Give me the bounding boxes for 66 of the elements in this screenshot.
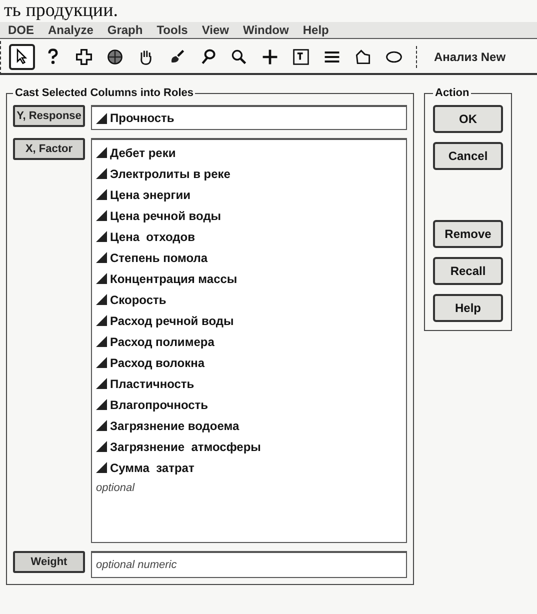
- triangle-icon: [96, 231, 107, 242]
- panel-title: Action: [434, 87, 470, 99]
- column-name[interactable]: Прочность: [110, 111, 174, 125]
- triangle-icon: [96, 441, 107, 452]
- plus-icon: [261, 48, 279, 66]
- triangle-icon: [96, 294, 107, 305]
- menu-item[interactable]: Graph: [107, 23, 143, 37]
- column-name[interactable]: Цена речной воды: [110, 208, 222, 222]
- panel-title: Cast Selected Columns into Roles: [14, 87, 194, 99]
- action-button[interactable]: Remove: [433, 220, 503, 248]
- menu-item[interactable]: DOE: [8, 23, 34, 37]
- triangle-icon: [96, 210, 107, 221]
- role-button[interactable]: Y, Response: [13, 105, 85, 127]
- column-name[interactable]: Цена отходов: [110, 230, 195, 244]
- menu-item[interactable]: Tools: [156, 23, 188, 37]
- column-name[interactable]: Скорость: [110, 292, 166, 306]
- menu-item[interactable]: View: [202, 23, 229, 37]
- column-name[interactable]: Расход волокна: [110, 356, 205, 370]
- text-box-icon: [292, 48, 310, 66]
- menu-item[interactable]: Help: [302, 23, 329, 37]
- triangle-icon: [96, 357, 107, 368]
- triangle-icon: [96, 252, 107, 263]
- column-name[interactable]: Электролиты в реке: [110, 166, 230, 180]
- triangle-icon: [96, 273, 107, 284]
- cross-icon: [75, 48, 93, 66]
- triangle-icon: [96, 189, 107, 200]
- action-button[interactable]: Cancel: [433, 142, 503, 170]
- column-name[interactable]: Цена энергии: [110, 188, 190, 202]
- globe-icon: [106, 48, 124, 66]
- column-name[interactable]: Влагопрочность: [110, 398, 208, 412]
- triangle-icon: [96, 112, 107, 124]
- triangle-icon: [96, 336, 107, 347]
- triangle-icon: [96, 420, 107, 431]
- triangle-icon: [96, 399, 107, 410]
- menu-item[interactable]: Analyze: [48, 23, 94, 37]
- triangle-icon: [96, 315, 107, 326]
- role-button[interactable]: Weight: [13, 551, 85, 573]
- search-icon: [230, 48, 248, 66]
- column-list[interactable]: optional numeric: [91, 551, 407, 578]
- triangle-icon: [96, 168, 107, 179]
- column-name[interactable]: Концентрация массы: [110, 272, 238, 286]
- polygon-icon: [354, 48, 372, 66]
- tool-button[interactable]: [9, 44, 35, 70]
- document-title: Анализ New: [434, 50, 506, 64]
- triangle-icon: [96, 378, 107, 389]
- column-name[interactable]: Загрязнение водоема: [110, 418, 240, 432]
- action-button[interactable]: OK: [433, 105, 503, 133]
- column-name[interactable]: Степень помола: [110, 250, 208, 264]
- column-name[interactable]: Дебет реки: [110, 146, 176, 160]
- menu-item[interactable]: Window: [242, 23, 289, 37]
- column-name[interactable]: Расход речной воды: [110, 314, 234, 328]
- column-list[interactable]: Прочность: [91, 105, 407, 130]
- placeholder-text: optional: [96, 481, 136, 496]
- column-name[interactable]: Сумма затрат: [110, 460, 194, 474]
- triangle-icon: [96, 147, 107, 158]
- column-list[interactable]: [91, 138, 407, 543]
- page-caption: ть продукции.: [3, 0, 119, 22]
- action-button[interactable]: Recall: [433, 257, 503, 285]
- column-name[interactable]: Расход полимера: [110, 334, 214, 348]
- placeholder-text: optional numeric: [96, 558, 178, 573]
- column-name[interactable]: Загрязнение атмосферы: [110, 440, 261, 454]
- action-button[interactable]: Help: [433, 294, 503, 322]
- triangle-icon: [96, 462, 107, 473]
- lasso-icon: [199, 48, 217, 66]
- role-button[interactable]: X, Factor: [13, 138, 85, 160]
- column-name[interactable]: Пластичность: [110, 376, 194, 390]
